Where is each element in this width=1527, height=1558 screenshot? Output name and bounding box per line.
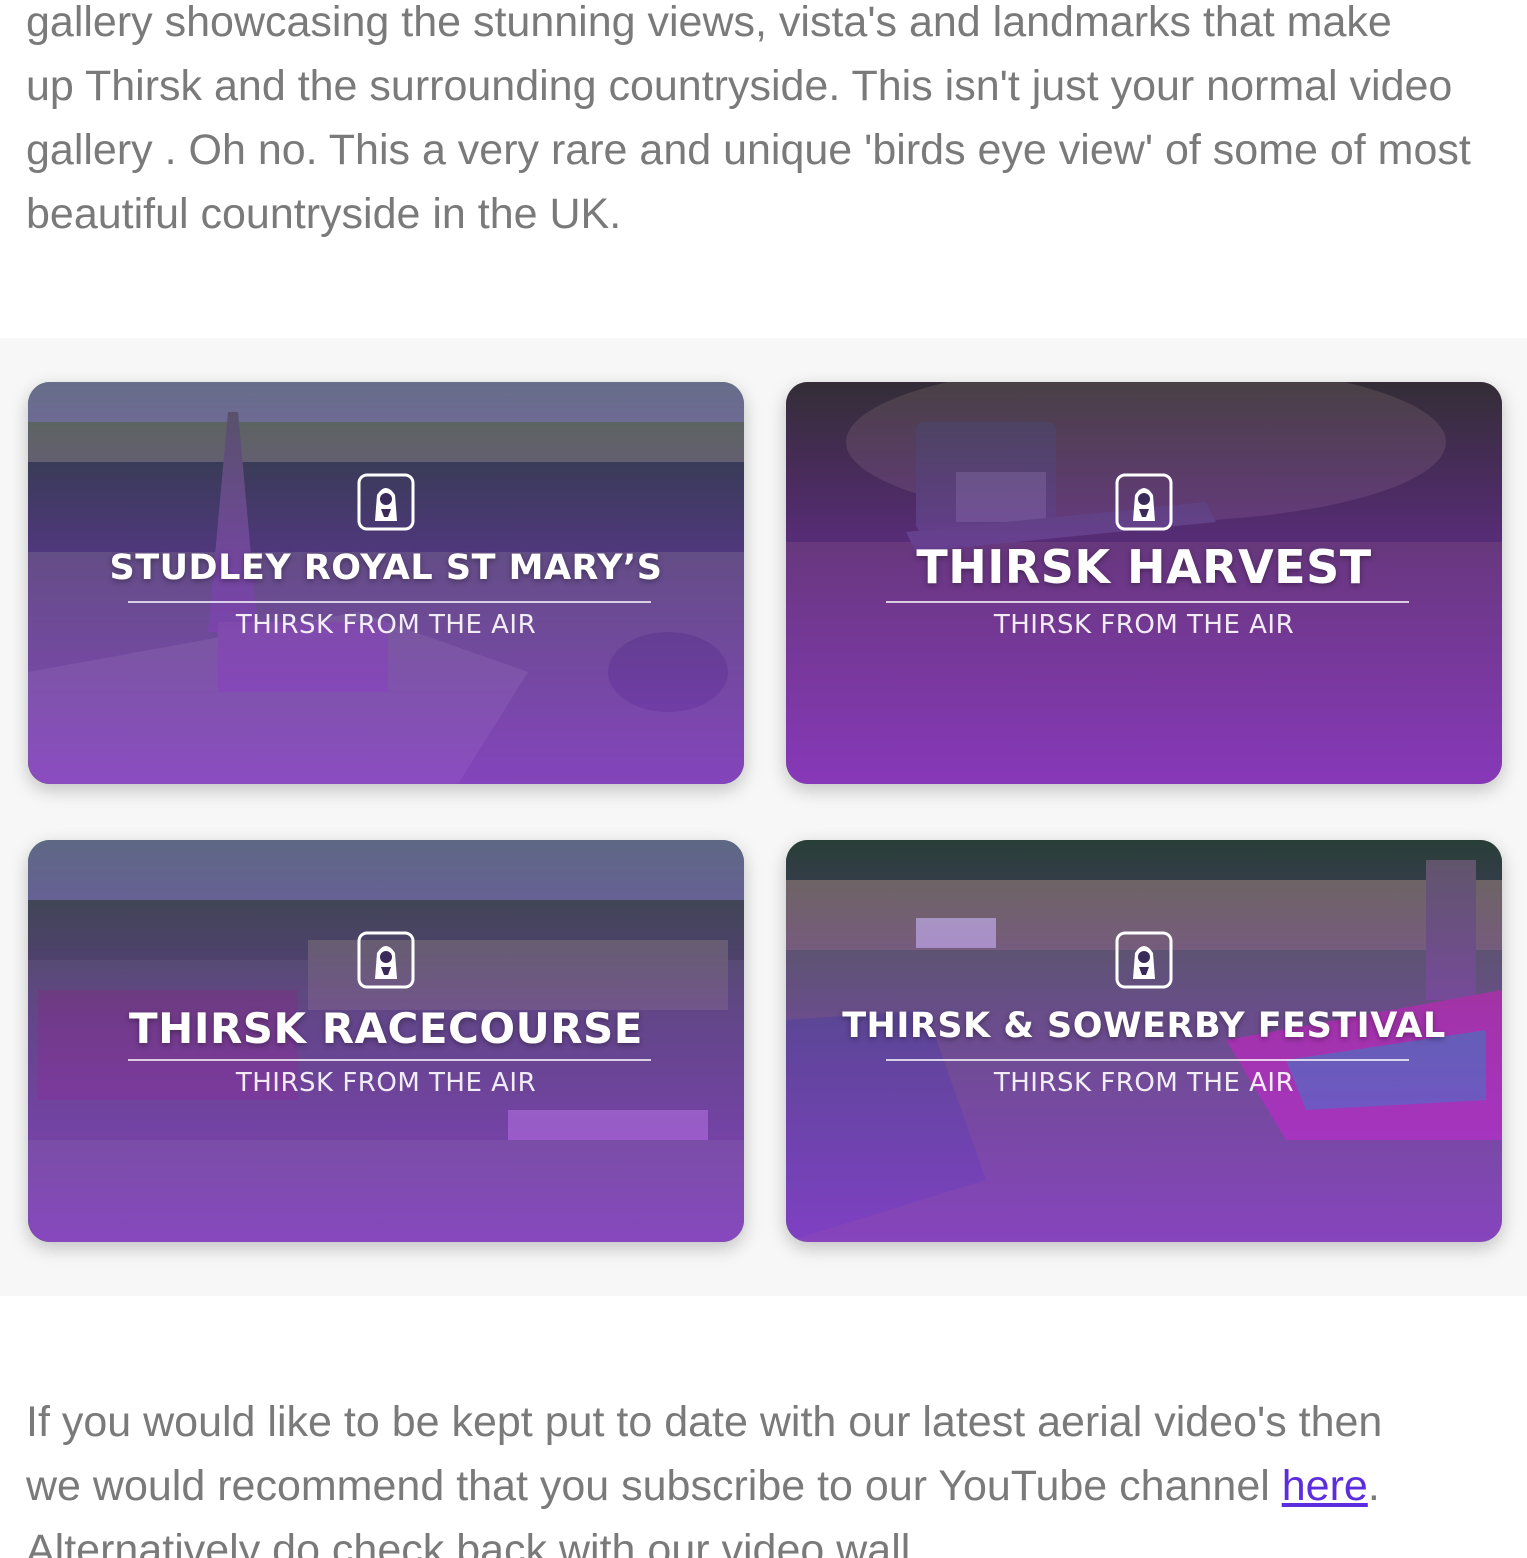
video-card-title: THIRSK HARVEST bbox=[916, 540, 1372, 594]
title-divider bbox=[886, 1059, 1409, 1061]
intro-line: gallery . Oh no. This a very rare and un… bbox=[26, 126, 1471, 174]
thirsk-from-the-air-logo-icon bbox=[1115, 473, 1173, 531]
intro-paragraph: gallery showcasing the stunning views, v… bbox=[26, 0, 1501, 246]
video-card-thirsk-sowerby-festival[interactable]: THIRSK & SOWERBY FESTIVAL THIRSK FROM TH… bbox=[786, 840, 1502, 1242]
thirsk-from-the-air-logo-icon bbox=[357, 931, 415, 989]
video-gallery: STUDLEY ROYAL ST MARY’S THIRSK FROM THE … bbox=[0, 338, 1527, 1296]
video-card-studley-royal[interactable]: STUDLEY ROYAL ST MARY’S THIRSK FROM THE … bbox=[28, 382, 744, 784]
video-card-subtitle: THIRSK FROM THE AIR bbox=[993, 1068, 1295, 1098]
intro-line: up Thirsk and the surrounding countrysid… bbox=[26, 62, 1453, 110]
outro-line: we would recommend that you subscribe to… bbox=[26, 1454, 1501, 1518]
video-card-subtitle: THIRSK FROM THE AIR bbox=[993, 610, 1295, 640]
title-divider bbox=[128, 1059, 651, 1061]
youtube-channel-link[interactable]: here bbox=[1282, 1462, 1368, 1510]
thirsk-from-the-air-logo-icon bbox=[1115, 931, 1173, 989]
video-card-title: THIRSK & SOWERBY FESTIVAL bbox=[842, 1006, 1446, 1046]
video-card-thirsk-harvest[interactable]: THIRSK HARVEST THIRSK FROM THE AIR bbox=[786, 382, 1502, 784]
intro-line: beautiful countryside in the UK. bbox=[26, 190, 622, 238]
video-card-title: STUDLEY ROYAL ST MARY’S bbox=[109, 548, 663, 588]
title-divider bbox=[886, 601, 1409, 603]
outro-text: . bbox=[1367, 1462, 1380, 1510]
video-card-subtitle: THIRSK FROM THE AIR bbox=[235, 610, 537, 640]
outro-text: we would recommend that you subscribe to… bbox=[26, 1462, 1282, 1510]
video-card-subtitle: THIRSK FROM THE AIR bbox=[235, 1068, 537, 1098]
title-divider bbox=[128, 601, 651, 603]
subscribe-paragraph: If you would like to be kept put to date… bbox=[26, 1390, 1501, 1558]
page: gallery showcasing the stunning views, v… bbox=[0, 0, 1527, 1558]
outro-line: Alternatively do check back with our vid… bbox=[26, 1526, 923, 1558]
intro-line: gallery showcasing the stunning views, v… bbox=[26, 0, 1392, 46]
video-card-title: THIRSK RACECOURSE bbox=[129, 1004, 643, 1053]
outro-line: If you would like to be kept put to date… bbox=[26, 1398, 1383, 1446]
thirsk-from-the-air-logo-icon bbox=[357, 473, 415, 531]
video-card-thirsk-racecourse[interactable]: THIRSK RACECOURSE THIRSK FROM THE AIR bbox=[28, 840, 744, 1242]
